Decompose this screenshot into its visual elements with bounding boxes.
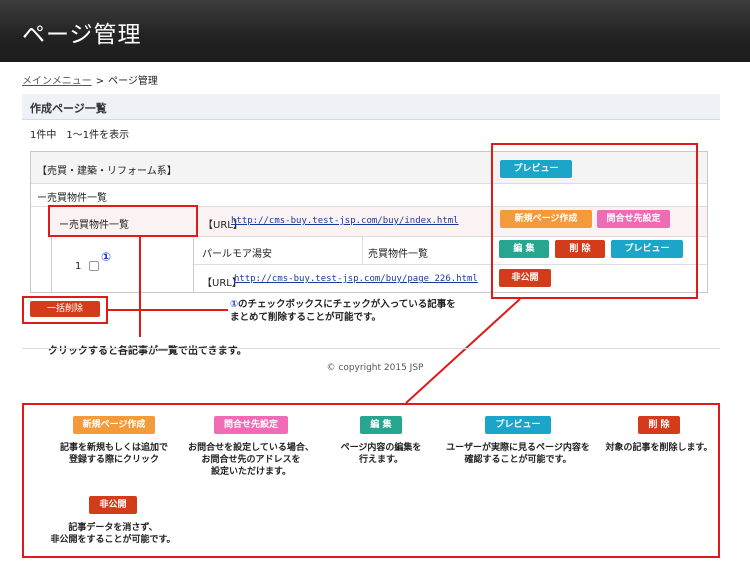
legend-private-desc1: 記事データを消さず、	[68, 523, 158, 533]
legend-edit: 編 集 ページ内容の編集を 行えます。	[326, 416, 436, 466]
legend-delete-desc1: 対象の記事を削除します。	[605, 443, 713, 453]
checkbox-note-line1: のチェックボックスにチェックが入っている記事を	[238, 299, 456, 310]
legend-edit-desc2: 行えます。	[358, 455, 404, 465]
legend-new-page-desc1: 記事を新規もしくは追加で	[59, 443, 168, 453]
legend-new-page-button: 新規ページ作成	[72, 416, 156, 434]
legend-preview-desc2: 確認することが可能です。	[464, 455, 572, 465]
legend-new-page-desc2: 登録する際にクリック	[68, 455, 159, 465]
checkbox-note-line2: まとめて削除することが可能です。	[230, 312, 382, 323]
legend-delete-button: 削 除	[638, 416, 680, 434]
bulk-delete-button[interactable]: 一括削除	[30, 301, 100, 317]
legend-contact: 問合せ先設定 お問合せを設定している場合、 お問合せ先のアドレスを 設定いただけ…	[176, 416, 326, 478]
legend-private-desc2: 非公開をすることが可能です。	[50, 535, 176, 545]
legend-new-page: 新規ページ作成 記事を新規もしくは追加で 登録する際にクリック	[48, 416, 180, 466]
click-note: クリックすると各記事が一覧で出てきます。	[48, 346, 247, 357]
legend-delete: 削 除 対象の記事を削除します。	[600, 416, 718, 454]
checkbox-note-mark: ①	[230, 299, 239, 310]
copyright: © copyright 2015 JSP	[326, 363, 424, 373]
legend-preview-desc1: ユーザーが実際に見るページ内容を	[446, 443, 590, 453]
legend-contact-desc3: 設定いただけます。	[210, 467, 292, 477]
legend-preview: プレビュー ユーザーが実際に見るページ内容を 確認することが可能です。	[436, 416, 600, 466]
legend-private: 非公開 記事データを消さず、 非公開をすることが可能です。	[38, 496, 188, 546]
legend-contact-desc2: お問合せ先のアドレスを	[201, 455, 301, 465]
checkbox-note: ①のチェックボックスにチェックが入っている記事を まとめて削除することが可能です…	[230, 298, 456, 324]
legend-edit-desc1: ページ内容の編集を	[340, 443, 422, 453]
legend-edit-button: 編 集	[360, 416, 402, 434]
annotation-diagonal-line	[108, 298, 521, 404]
footer-divider	[22, 348, 720, 349]
legend-preview-button: プレビュー	[485, 416, 551, 434]
legend-contact-desc1: お問合せを設定している場合、	[188, 443, 314, 453]
legend-contact-button: 問合せ先設定	[213, 416, 288, 434]
legend-private-button: 非公開	[89, 496, 137, 514]
